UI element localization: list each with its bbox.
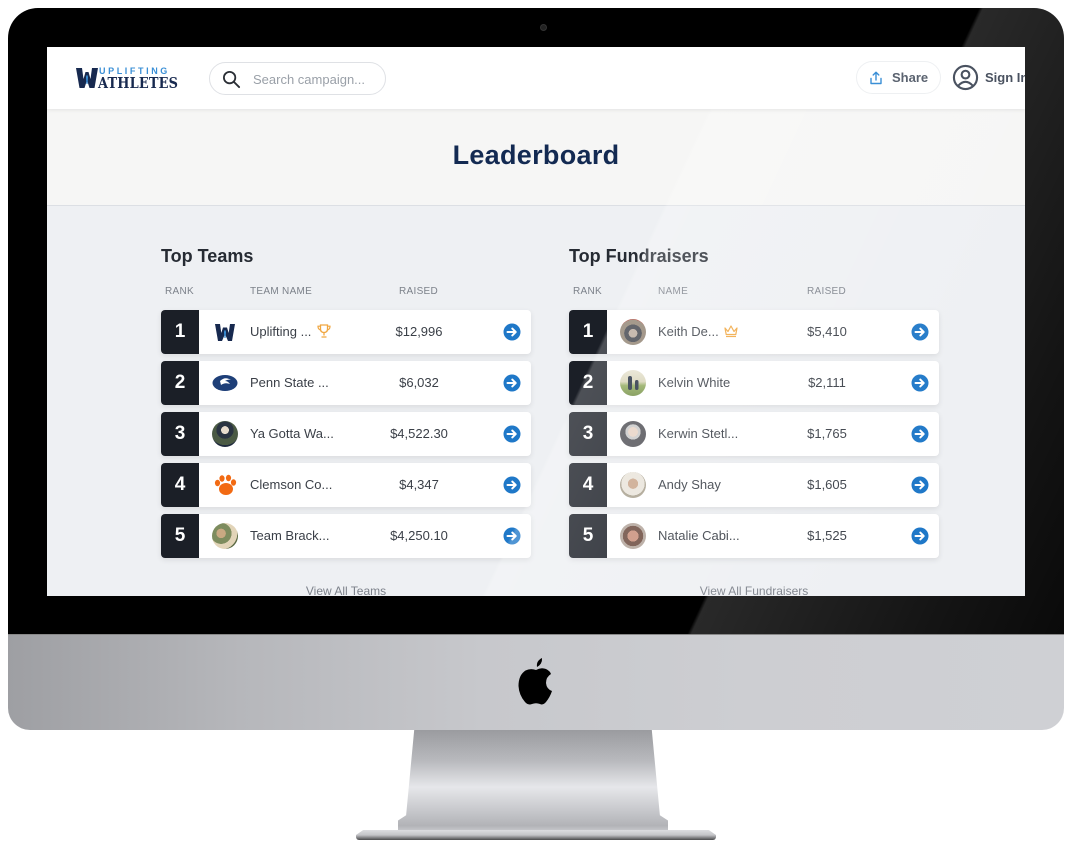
search-box[interactable] [209,62,386,95]
view-all-fundraisers-link[interactable]: View All Fundraisers [569,584,939,596]
logo-w-icon [76,68,98,88]
arrow-right-circle-icon[interactable] [911,425,929,443]
user-circle-icon [952,64,979,91]
amount-raised: $1,765 [807,426,847,441]
team-row[interactable]: 3 Ya Gotta Wa... $4,522.30 [161,412,531,456]
arrow-right-circle-icon[interactable] [911,527,929,545]
fundraiser-avatar-photo [620,523,646,549]
rank-badge: 4 [569,463,607,507]
section-title: Top Teams [161,246,254,266]
fundraiser-name: Keith De... [658,324,719,339]
camera-dot [540,24,547,31]
share-button[interactable]: Share [856,61,941,94]
uplifting-athletes-logo[interactable]: UPLIFTING ATHLETES [76,65,182,92]
search-icon [222,70,241,89]
team-name: Clemson Co... [250,477,333,492]
monitor-stand-base [356,830,716,840]
amount-raised: $6,032 [399,375,439,390]
fundraiser-name: Natalie Cabi... [658,528,740,543]
logo-bottom-text: ATHLETES [98,74,179,92]
arrow-right-circle-icon[interactable] [503,425,521,443]
section-title: Top Fundraisers [569,246,709,266]
column-team-name: TEAM NAME [250,286,313,297]
team-name: Ya Gotta Wa... [250,426,334,441]
arrow-right-circle-icon[interactable] [911,374,929,392]
penn-state-avatar [212,370,238,396]
fundraiser-row[interactable]: 3 Kerwin Stetl... $1,765 [569,412,939,456]
crown-icon [724,325,738,338]
team-row[interactable]: 2 Penn State ... $6,032 [161,361,531,405]
fundraiser-avatar-photo [620,472,646,498]
amount-raised: $1,605 [807,477,847,492]
fundraiser-avatar-photo [620,319,646,345]
team-row[interactable]: 4 Clemson Co... $4,347 [161,463,531,507]
imac-mockup: UPLIFTING ATHLETES Share [0,0,1072,854]
team-row[interactable]: 1 Uplifting ... $12,996 [161,310,531,354]
fundraiser-name: Kelvin White [658,375,731,390]
team-avatar-photo [212,523,238,549]
fundraiser-row[interactable]: 4 Andy Shay $1,605 [569,463,939,507]
team-name: Team Brack... [250,528,330,543]
column-name: NAME [658,286,689,297]
rank-badge: 3 [569,412,607,456]
sign-in-button[interactable]: Sign In [952,64,1025,91]
sign-in-label: Sign In [985,70,1025,85]
rank-badge: 3 [161,412,199,456]
search-input[interactable] [253,70,378,88]
column-raised: RAISED [807,286,847,297]
amount-raised: $4,347 [399,477,439,492]
view-all-teams-link[interactable]: View All Teams [161,584,531,596]
fundraiser-row[interactable]: 2 Kelvin White $2,111 [569,361,939,405]
column-raised: RAISED [399,286,439,297]
table-header: RANK TEAM NAME RAISED [161,286,531,302]
browser-screen: UPLIFTING ATHLETES Share [47,47,1025,596]
amount-raised: $2,111 [808,375,846,390]
page-title: Leaderboard [452,140,620,170]
arrow-right-circle-icon[interactable] [911,476,929,494]
amount-raised: $4,250.10 [390,528,448,543]
trophy-icon [317,324,331,338]
amount-raised: $12,996 [395,324,443,339]
uplifting-athletes-avatar [212,319,238,345]
page-header: Leaderboard [47,109,1025,206]
fundraiser-avatar-photo [620,421,646,447]
team-avatar-photo [212,421,238,447]
fundraiser-name: Andy Shay [658,477,721,492]
team-name: Uplifting ... [250,324,312,339]
apple-logo-icon [518,658,552,705]
rank-badge: 2 [161,361,199,405]
clemson-paw-avatar [212,472,238,498]
column-rank: RANK [573,286,602,297]
rank-badge: 2 [569,361,607,405]
share-icon [870,71,882,84]
arrow-right-circle-icon[interactable] [503,476,521,494]
amount-raised: $5,410 [807,324,847,339]
rank-badge: 5 [569,514,607,558]
top-navbar: UPLIFTING ATHLETES Share [47,47,1025,109]
rank-badge: 5 [161,514,199,558]
amount-raised: $4,522.30 [390,426,448,441]
share-label: Share [892,70,929,85]
monitor-stand [398,730,668,834]
fundraiser-row[interactable]: 1 Keith De... $5,410 [569,310,939,354]
top-teams-section: Top Teams RANK TEAM NAME RAISED 1 Uplift… [161,246,531,596]
fundraiser-name: Kerwin Stetl... [658,426,739,441]
team-row[interactable]: 5 Team Brack... $4,250.10 [161,514,531,558]
arrow-right-circle-icon[interactable] [503,527,521,545]
fundraiser-row[interactable]: 5 Natalie Cabi... $1,525 [569,514,939,558]
fundraiser-avatar-photo [620,370,646,396]
rank-badge: 1 [569,310,607,354]
rank-badge: 4 [161,463,199,507]
rank-badge: 1 [161,310,199,354]
amount-raised: $1,525 [807,528,847,543]
team-name: Penn State ... [250,375,329,390]
table-header: RANK NAME RAISED [569,286,939,302]
arrow-right-circle-icon[interactable] [503,323,521,341]
arrow-right-circle-icon[interactable] [911,323,929,341]
column-rank: RANK [165,286,194,297]
arrow-right-circle-icon[interactable] [503,374,521,392]
top-fundraisers-section: Top Fundraisers RANK NAME RAISED 1 Keith… [569,246,939,596]
